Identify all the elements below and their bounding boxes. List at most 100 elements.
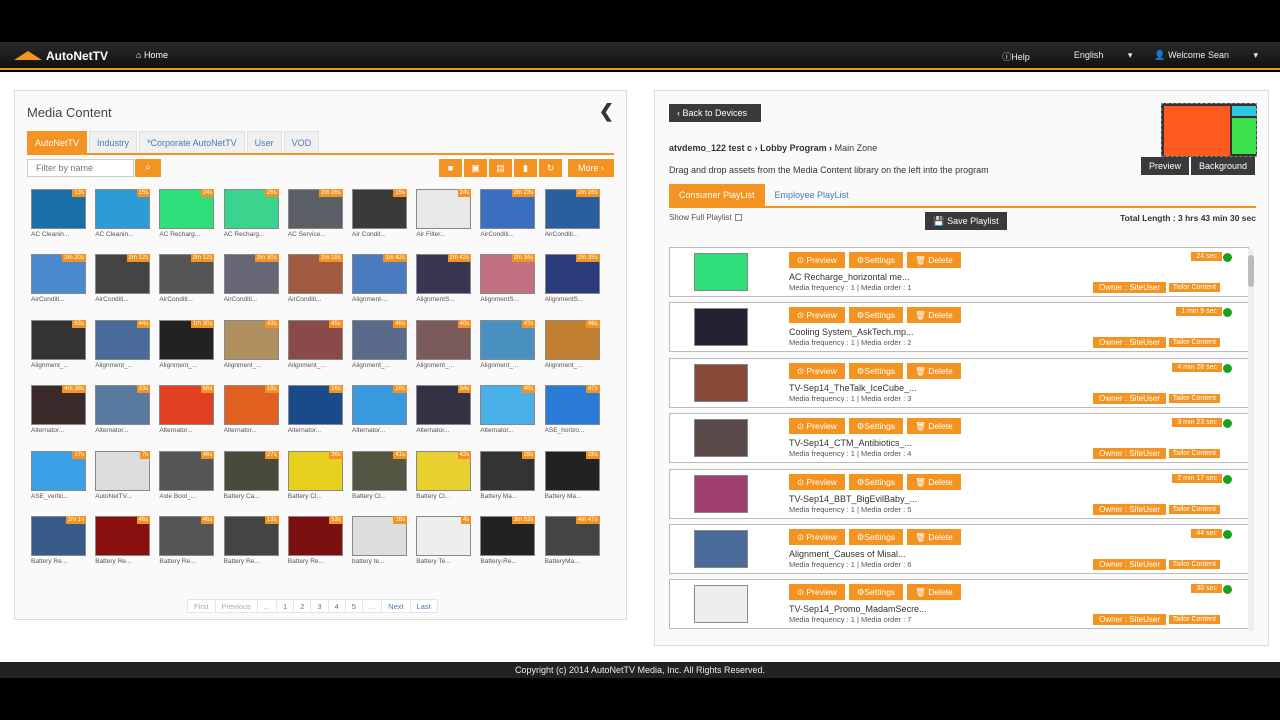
media-thumbnail[interactable]: 41s Battery Cl... — [352, 450, 408, 507]
media-thumbnail[interactable]: 16s Alternator... — [287, 385, 344, 441]
tab-3[interactable]: User — [246, 131, 282, 153]
tab-0[interactable]: AutoNetTV — [27, 131, 88, 153]
media-thumbnail[interactable]: 2m 42s AlignmentS... — [416, 254, 472, 310]
tab-1[interactable]: Industry — [89, 131, 138, 153]
crumb-program[interactable]: Lobby Program — [760, 143, 827, 153]
tab-consumer-playlist[interactable]: Consumer PlayList — [669, 184, 765, 206]
media-thumbnail[interactable]: 53s Battery Re... — [287, 516, 344, 572]
media-thumbnail[interactable]: 16s Alternator... — [352, 385, 408, 441]
page-link[interactable]: Next — [381, 599, 411, 613]
playlist-item[interactable]: ⊙ Preview ⚙Settings 🗑 Delete TV-Sep14_Promo… — [669, 579, 1249, 630]
item-settings-button[interactable]: ⚙Settings — [848, 473, 904, 490]
user-menu[interactable]: 👤 Welcome Sean ▾ — [1154, 50, 1258, 63]
page-link[interactable]: 3 — [310, 599, 329, 613]
item-preview-button[interactable]: ⊙ Preview — [789, 418, 845, 435]
media-thumbnail[interactable]: 45s Alignment_... — [287, 319, 344, 376]
media-thumbnail[interactable]: 15s AC Cleanin... — [95, 189, 151, 245]
media-thumbnail[interactable]: 17s ASE_vertic... — [31, 450, 87, 507]
media-thumbnail[interactable]: 4m 38s Alternator... — [31, 385, 87, 441]
media-thumbnail[interactable]: 2m 30s AirConditi... — [223, 254, 280, 310]
bookmark-icon[interactable]: ▮ — [514, 159, 537, 177]
item-settings-button[interactable]: ⚙Settings — [848, 529, 904, 545]
media-thumbnail[interactable]: 36s Battery Cl... — [287, 450, 344, 507]
tailor-content-button[interactable]: Tailor Content — [1168, 560, 1220, 569]
media-thumbnail[interactable]: 2m 1s Battery Re... — [31, 516, 87, 572]
media-thumbnail[interactable]: 1m 30s Alignment_... — [159, 319, 215, 376]
playlist-item[interactable]: ⊙ Preview ⚙Settings 🗑 Delete AC Recharge_ho… — [669, 247, 1249, 297]
media-thumbnail[interactable]: 46s Battery Re... — [95, 516, 151, 572]
media-thumbnail[interactable]: 18s Alternator... — [223, 385, 280, 441]
tailor-content-button[interactable]: Tailor Content — [1168, 449, 1220, 459]
playlist-item[interactable]: ⊙ Preview ⚙Settings 🗑 Delete Cooling System… — [669, 302, 1249, 353]
media-thumbnail[interactable]: 33s Alternator... — [95, 385, 151, 441]
media-thumbnail[interactable]: 2m 23s AirConditi... — [480, 189, 536, 245]
item-delete-button[interactable]: 🗑 Delete — [907, 362, 961, 379]
page-link[interactable]: ... — [256, 599, 278, 613]
tab-employee-playlist[interactable]: Employee PlayList — [765, 184, 859, 206]
playlist-item[interactable]: ⊙ Preview ⚙Settings 🗑 Delete TV-Sep14_TheTa… — [669, 357, 1249, 408]
media-thumbnail[interactable]: 3m 53s Battery-Re... — [480, 516, 536, 572]
checkbox-icon[interactable] — [734, 214, 742, 222]
media-thumbnail[interactable]: 63s Alignment_... — [31, 319, 87, 376]
media-thumbnail[interactable]: 13s AC Cleanin... — [31, 189, 87, 245]
media-thumbnail[interactable]: 2m 12s AirConditi... — [159, 254, 215, 310]
item-preview-button[interactable]: ⊙ Preview — [789, 252, 845, 268]
collapse-chevron-icon[interactable]: ❮ — [599, 101, 614, 122]
media-thumbnail[interactable]: 43s Alignment_... — [480, 319, 536, 376]
scrollbar-thumb[interactable] — [1248, 255, 1254, 287]
image-filter-icon[interactable]: ▣ — [464, 159, 487, 177]
page-link[interactable]: 4 — [327, 599, 346, 613]
media-thumbnail[interactable]: 15s Air Condit... — [352, 189, 408, 245]
item-delete-button[interactable]: 🗑 Delete — [907, 529, 961, 545]
nav-help-link[interactable]: ⓘHelp — [1002, 50, 1052, 63]
item-preview-button[interactable]: ⊙ Preview — [789, 307, 845, 324]
media-thumbnail[interactable]: 46s Alignment_... — [544, 319, 601, 376]
media-thumbnail[interactable]: 24s AC Recharg... — [159, 189, 215, 245]
brand-logo[interactable]: AutoNetTV — [14, 48, 108, 64]
media-thumbnail[interactable]: 28s Battery Ma... — [480, 450, 536, 507]
item-settings-button[interactable]: ⚙Settings — [848, 584, 904, 601]
media-thumbnail[interactable]: 28s Battery Ma... — [544, 450, 601, 507]
page-link[interactable]: Last — [409, 599, 438, 613]
video-filter-icon[interactable]: ■ — [439, 159, 462, 177]
media-thumbnail[interactable]: 24s Air Filter... — [416, 189, 472, 245]
media-thumbnail[interactable]: 16s battery te... — [352, 516, 408, 572]
item-preview-button[interactable]: ⊙ Preview — [789, 362, 845, 379]
media-thumbnail[interactable]: 46s Alternator... — [480, 385, 536, 441]
media-thumbnail[interactable]: 2m 26s AC Service... — [287, 189, 344, 245]
media-thumbnail[interactable]: 7s AutoNetTV... — [95, 450, 151, 507]
tab-4[interactable]: VOD — [283, 131, 320, 153]
item-delete-button[interactable]: 🗑 Delete — [907, 307, 961, 324]
preview-button[interactable]: Preview — [1141, 157, 1190, 175]
item-preview-button[interactable]: ⊙ Preview — [789, 529, 845, 545]
crumb-device[interactable]: atvdemo_122 test c — [669, 143, 752, 153]
tailor-content-button[interactable]: Tailor Content — [1168, 393, 1220, 403]
more-button[interactable]: More › — [568, 159, 614, 177]
playlist-item[interactable]: ⊙ Preview ⚙Settings 🗑 Delete Alignment_Caus… — [669, 524, 1249, 574]
media-thumbnail[interactable]: 4m 47s BatteryMa... — [544, 516, 601, 572]
tailor-content-button[interactable]: Tailor Content — [1168, 504, 1220, 514]
media-thumbnail[interactable]: 34s Alternator... — [416, 385, 472, 441]
media-thumbnail[interactable]: 2m 34s AlignmentS... — [480, 254, 536, 310]
media-thumbnail[interactable]: 44s Alignment_... — [95, 319, 151, 376]
nav-home-link[interactable]: ⌂ Home — [136, 50, 168, 60]
document-filter-icon[interactable]: ▤ — [489, 159, 512, 177]
media-thumbnail[interactable]: 2m 18s AirConditi... — [287, 254, 344, 310]
item-settings-button[interactable]: ⚙Settings — [848, 252, 904, 268]
save-playlist-button[interactable]: 💾 Save Playlist — [925, 212, 1007, 230]
media-thumbnail[interactable]: 2m 35s AlignmentS... — [544, 254, 601, 310]
refresh-icon[interactable]: ↻ — [539, 159, 562, 177]
media-thumbnail[interactable]: 27s Battery Ca... — [223, 450, 280, 507]
media-thumbnail[interactable]: 42s Battery Cl... — [416, 450, 472, 507]
language-dropdown[interactable]: English ▾ — [1074, 50, 1133, 63]
page-link[interactable]: First — [187, 599, 216, 613]
item-delete-button[interactable]: 🗑 Delete — [907, 252, 961, 268]
media-thumbnail[interactable]: 46s Axle Boot_... — [159, 450, 215, 507]
media-thumbnail[interactable]: 46s Alignment_... — [352, 319, 408, 376]
page-link[interactable]: 5 — [344, 599, 363, 613]
tailor-content-button[interactable]: Tailor Content — [1168, 615, 1220, 625]
media-thumbnail[interactable]: 56s Alternator... — [159, 385, 215, 441]
media-thumbnail[interactable]: 40s Alignment_... — [416, 319, 472, 376]
media-thumbnail[interactable]: 46s Battery Re... — [159, 516, 215, 572]
media-thumbnail[interactable]: 43s Alignment_... — [223, 319, 280, 376]
